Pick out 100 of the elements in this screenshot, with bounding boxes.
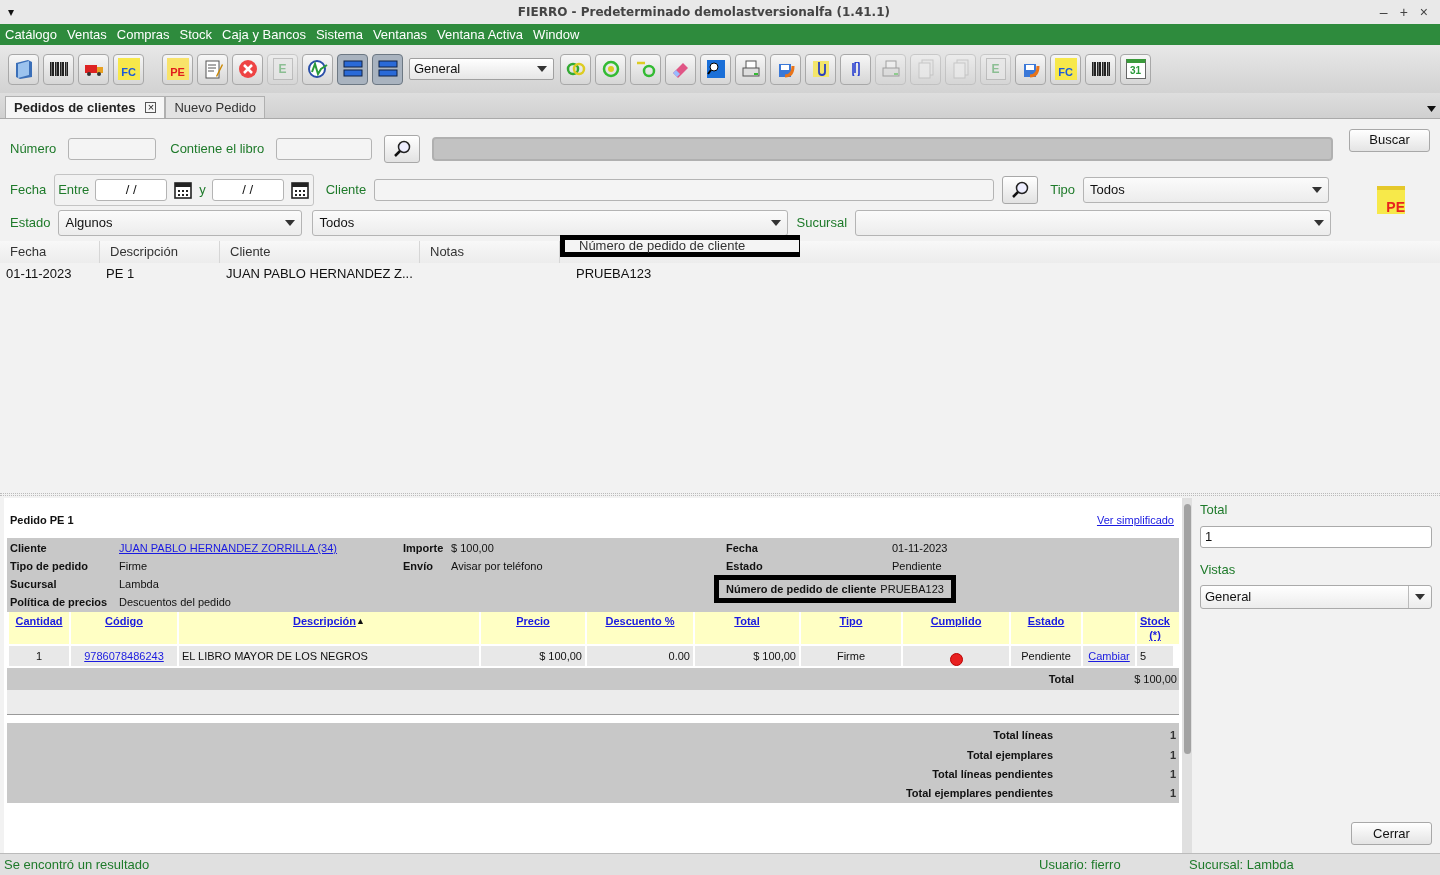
sort-ascending-icon[interactable]: ▲ (356, 614, 365, 628)
toolbar-button[interactable] (337, 53, 368, 85)
client-link[interactable]: JUAN PABLO HERNANDEZ ZORRILLA (34) (119, 541, 337, 555)
info-label: Tipo de pedido (10, 559, 89, 573)
info-label: Estado (726, 559, 764, 573)
column-header[interactable]: Cliente (220, 241, 420, 263)
menu-item[interactable]: Ventana Activa (437, 24, 524, 45)
tab-list-arrow-icon[interactable] (1427, 106, 1436, 112)
column-header-link[interactable]: Estado (1027, 614, 1065, 628)
menu-item[interactable]: Caja y Bancos (222, 24, 306, 45)
simplified-view-link[interactable]: Ver simplificado (1096, 511, 1176, 529)
info-value: $ 100,00 (451, 541, 494, 555)
summary-value: 1 (1168, 728, 1177, 744)
info-value: Pendiente (892, 559, 942, 573)
column-header[interactable]: Descripción (100, 241, 220, 263)
info-label: Sucursal (10, 577, 58, 591)
tab[interactable]: Nuevo Pedido (165, 96, 266, 118)
date-to-field[interactable]: / / (211, 179, 284, 201)
column-header-link[interactable]: Stock (*) (1137, 614, 1173, 642)
window-control[interactable]: × (1419, 1, 1428, 23)
toolbar-button[interactable] (302, 53, 333, 85)
column-header-link[interactable]: Precio (516, 614, 550, 628)
paperclip-icon (851, 62, 860, 76)
menu-item[interactable]: Ventanas (372, 24, 428, 45)
menu-item[interactable]: Catálogo (5, 24, 58, 45)
summary-label: Total ejemplares (966, 747, 1054, 763)
change-link[interactable]: Cambiar (1088, 647, 1130, 665)
calendar-icon[interactable] (289, 180, 310, 200)
scrollbar[interactable] (1182, 498, 1192, 853)
close-button[interactable]: Cerrar (1351, 822, 1432, 845)
views-select[interactable]: General (1200, 585, 1432, 609)
window-title: FIERRO - Predeterminado demolastversionalfa (1.41.1) (516, 4, 891, 21)
toolbar-button[interactable] (1085, 53, 1116, 85)
search-icon (392, 139, 413, 159)
book-search-button[interactable] (384, 135, 421, 163)
summary-label: Total ejemplares pendientes (904, 786, 1054, 802)
table-cell: 1 (7, 644, 69, 666)
dropdown-arrow-icon (1314, 220, 1325, 226)
toolbar-button[interactable] (78, 53, 109, 85)
printer-icon (879, 58, 902, 80)
column-header-link[interactable]: Tipo (839, 614, 863, 628)
estado-filter-select[interactable]: Todos (312, 210, 789, 236)
dropdown-arrow-icon (285, 220, 296, 226)
close-icon[interactable]: × (145, 102, 157, 113)
menu-item[interactable]: Window (533, 24, 580, 45)
column-header-link[interactable]: Descripción (293, 614, 356, 628)
calendar-icon: 31 (1125, 59, 1146, 79)
numero-field[interactable] (68, 138, 157, 160)
tipo-label: Tipo (1050, 181, 1075, 200)
user-status: Usuario: fierro (1039, 855, 1122, 874)
menu-item[interactable]: Sistema (315, 24, 363, 45)
isbn-link[interactable]: 9786078486243 (84, 647, 164, 665)
tipo-select[interactable]: Todos (1083, 177, 1329, 203)
search-button[interactable]: Buscar (1349, 128, 1430, 152)
estado-select[interactable]: Algunos (58, 210, 303, 236)
total-field[interactable]: 1 (1200, 525, 1432, 548)
dropdown-arrow-icon (537, 66, 547, 72)
toolbar-button[interactable] (805, 53, 836, 85)
rows-icon (376, 58, 399, 80)
dropdown-arrow-icon (771, 220, 782, 226)
column-header[interactable]: Número de pedido de cliente (560, 235, 800, 257)
dropdown-arrow-icon (1415, 594, 1425, 600)
window-control[interactable]: + (1399, 1, 1408, 23)
toolbar-button[interactable] (43, 53, 74, 85)
info-value: Avisar por teléfono (451, 559, 543, 573)
book-field[interactable] (276, 138, 373, 160)
toolbar-button[interactable]: 31 (1120, 53, 1151, 85)
toolbar-button[interactable] (372, 53, 403, 85)
column-header-link[interactable]: Código (105, 614, 143, 628)
total-value: $ 100,00 (1134, 671, 1178, 687)
column-header-link[interactable]: Total (734, 614, 760, 628)
table-cell: $ 100,00 (693, 644, 799, 666)
client-field[interactable] (374, 179, 995, 201)
calendar-icon[interactable] (173, 180, 194, 200)
window-control[interactable]: – (1379, 1, 1388, 23)
column-header-link[interactable]: Cantidad (15, 614, 63, 628)
view-select[interactable]: General (409, 58, 554, 80)
branch-status: Sucursal: Lambda (1189, 855, 1295, 874)
total-label: Total (1048, 671, 1075, 687)
menu-item[interactable]: Compras (116, 24, 170, 45)
table-cell: 5 (1135, 644, 1173, 666)
sucursal-label: Sucursal (796, 214, 848, 233)
column-header[interactable]: Fecha (0, 241, 100, 263)
info-value: Lambda (119, 577, 159, 591)
chart-icon (306, 58, 329, 80)
info-value: Firme (119, 559, 148, 573)
menu-item[interactable]: Stock (179, 24, 213, 45)
info-label: Envío (403, 559, 434, 573)
toolbar-button[interactable] (700, 53, 731, 85)
client-search-button[interactable] (1002, 176, 1039, 204)
table-cell: 0.00 (585, 644, 693, 666)
menu-item[interactable]: Ventas (67, 24, 107, 45)
column-header-link[interactable]: Descuento % (605, 614, 675, 628)
column-header-link[interactable]: Cumplido (930, 614, 982, 628)
table-cell: Pendiente (1009, 644, 1081, 666)
window-menu-button[interactable]: ▾ (8, 3, 28, 21)
y-label: y (199, 181, 206, 200)
tab[interactable]: Pedidos de clientes × (5, 96, 166, 118)
summary-label: Total líneas (992, 728, 1054, 744)
date-from-field[interactable]: / / (95, 179, 168, 201)
